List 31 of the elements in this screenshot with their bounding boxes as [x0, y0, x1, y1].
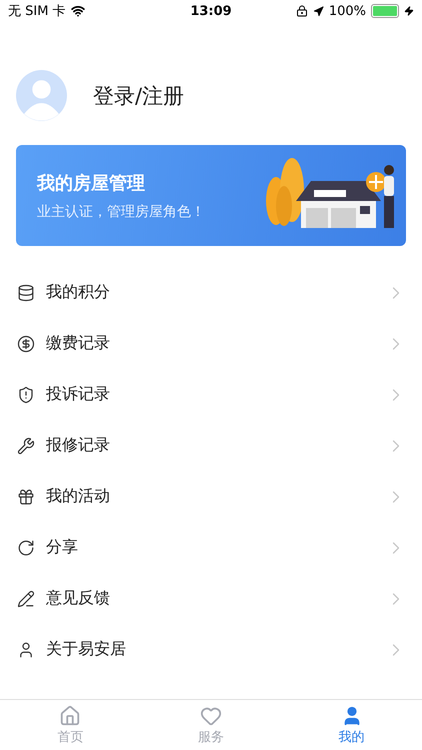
- banner-title: 我的房屋管理: [37, 172, 146, 194]
- tab-icon: [59, 704, 82, 726]
- menu-item[interactable]: 我的积分: [0, 267, 422, 318]
- location-icon: [312, 6, 324, 16]
- menu-icon: [17, 538, 35, 556]
- battery-percent: 100%: [328, 4, 366, 18]
- menu-item[interactable]: 我的活动: [0, 471, 422, 522]
- menu-item[interactable]: 意见反馈: [0, 573, 422, 624]
- menu-icon: [17, 284, 35, 302]
- menu-item[interactable]: 分享: [0, 522, 422, 573]
- menu-item[interactable]: 关于易安居: [0, 624, 422, 675]
- banner-subtitle: 业主认证，管理房屋角色！: [37, 202, 205, 220]
- menu-item[interactable]: 缴费记录: [0, 318, 422, 369]
- menu-icon: [17, 334, 35, 352]
- menu-icon: [17, 436, 35, 454]
- lock-icon: [296, 5, 308, 17]
- tab[interactable]: 我的: [281, 700, 422, 750]
- menu-icon: [17, 590, 35, 608]
- status-time: 13:09: [190, 4, 232, 18]
- menu-icon: [17, 640, 35, 658]
- menu-item[interactable]: 报修记录: [0, 420, 422, 471]
- carrier-label: 无 SIM 卡: [8, 3, 66, 20]
- avatar[interactable]: [16, 70, 67, 121]
- menu-item[interactable]: 投诉记录: [0, 369, 422, 420]
- battery-icon: [371, 4, 400, 18]
- wifi-icon: [70, 4, 85, 18]
- menu-icon: [17, 488, 35, 506]
- menu-icon: [17, 386, 35, 404]
- charging-icon: [404, 6, 414, 16]
- login-link[interactable]: 登录/注册: [93, 82, 184, 110]
- tab-icon: [200, 704, 222, 726]
